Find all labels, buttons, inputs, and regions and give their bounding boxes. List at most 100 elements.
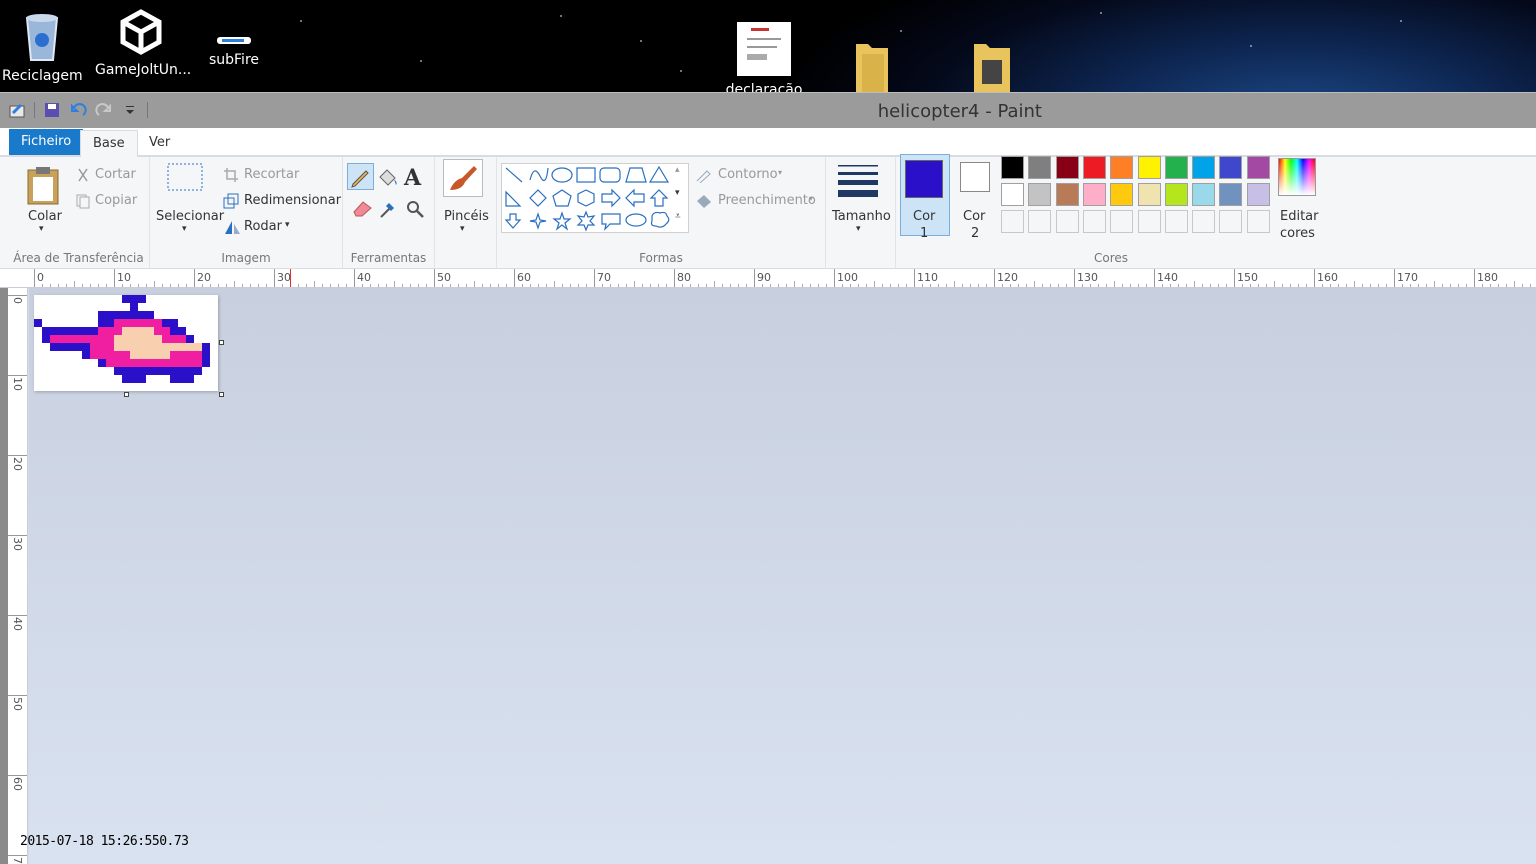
shapes-group: ▴ ▾ ⩡ Contorno ▾ Preenchimento ▾ Formas xyxy=(497,157,826,269)
outline-icon[interactable] xyxy=(695,167,713,186)
palette-color-swatch[interactable] xyxy=(1055,183,1079,206)
outline-dropdown-icon[interactable]: ▾ xyxy=(778,168,782,177)
fill-bucket-icon[interactable] xyxy=(377,167,399,190)
palette-color-swatch[interactable] xyxy=(1246,210,1270,233)
palette-color-swatch[interactable] xyxy=(1001,210,1024,233)
paste-dropdown-icon[interactable]: ▾ xyxy=(39,224,44,234)
rotate-dropdown-icon[interactable]: ▾ xyxy=(285,220,290,230)
line-size-icon[interactable] xyxy=(838,163,880,200)
ruler-label: 150 xyxy=(1237,271,1258,284)
palette-color-swatch[interactable] xyxy=(1001,183,1024,206)
palette-color-swatch[interactable] xyxy=(1246,156,1270,179)
edit-colors-button[interactable]: Editar xyxy=(1280,209,1319,224)
drawing-canvas[interactable] xyxy=(34,295,218,391)
color2-label: Cor xyxy=(963,209,986,224)
palette-color-swatch[interactable] xyxy=(1192,156,1216,179)
brushes-dropdown-icon[interactable]: ▾ xyxy=(460,224,465,234)
resize-handle-bottom[interactable] xyxy=(124,392,129,397)
palette-color-swatch[interactable] xyxy=(1164,156,1188,179)
paste-icon[interactable] xyxy=(26,165,62,208)
palette-color-swatch[interactable] xyxy=(1219,210,1243,233)
select-icon[interactable] xyxy=(167,163,203,196)
ruler-tick xyxy=(8,535,27,536)
crop-button[interactable]: Recortar xyxy=(244,167,299,182)
palette-color-swatch[interactable] xyxy=(1192,183,1216,206)
palette-color-swatch[interactable] xyxy=(1082,183,1106,206)
cut-button[interactable]: Cortar xyxy=(95,167,136,182)
subfire-app-icon[interactable]: subFire xyxy=(205,34,263,68)
rotate-icon[interactable] xyxy=(223,219,241,238)
size-button[interactable]: Tamanho xyxy=(832,209,891,224)
ruler-tick xyxy=(1234,269,1235,287)
palette-color-swatch[interactable] xyxy=(1028,156,1052,179)
palette-color-swatch[interactable] xyxy=(1055,156,1079,179)
brushes-button[interactable]: Pincéis xyxy=(444,209,489,224)
ruler-label: 160 xyxy=(1317,271,1338,284)
cut-icon[interactable] xyxy=(75,167,91,186)
palette-color-swatch[interactable] xyxy=(1192,210,1216,233)
magnifier-icon[interactable] xyxy=(405,199,425,222)
shapes-scroll-down-icon[interactable]: ▾ xyxy=(675,188,680,198)
rotate-button[interactable]: Rodar xyxy=(244,219,282,234)
palette-color-swatch[interactable] xyxy=(1137,156,1161,179)
palette-color-swatch[interactable] xyxy=(1164,210,1188,233)
select-button[interactable]: Selecionar xyxy=(156,209,224,224)
palette-color-swatch[interactable] xyxy=(1082,156,1106,179)
crop-icon[interactable] xyxy=(223,167,239,186)
palette-color-swatch[interactable] xyxy=(1219,183,1243,206)
outline-button[interactable]: Contorno xyxy=(718,167,778,182)
resize-handle-right[interactable] xyxy=(219,340,224,345)
ruler-minor-tick xyxy=(1434,281,1435,287)
folder-icon[interactable] xyxy=(972,40,1012,92)
unity-app-icon[interactable]: GameJoltUn... xyxy=(95,8,191,78)
canvas-area[interactable] xyxy=(29,288,1536,864)
text-tool-icon[interactable]: A xyxy=(404,165,421,191)
copy-icon[interactable] xyxy=(75,193,91,212)
palette-color-swatch[interactable] xyxy=(1219,156,1243,179)
shapes-expand-icon[interactable]: ⩡ xyxy=(675,211,681,222)
palette-color-swatch[interactable] xyxy=(1028,183,1052,206)
ruler-label: 140 xyxy=(1157,271,1178,284)
palette-color-swatch[interactable] xyxy=(1246,183,1270,206)
eraser-icon[interactable] xyxy=(351,199,373,220)
palette-color-swatch[interactable] xyxy=(1028,210,1052,233)
ruler-tick xyxy=(994,269,995,287)
tab-view[interactable]: Ver xyxy=(137,130,182,156)
palette-color-swatch[interactable] xyxy=(1110,183,1134,206)
image-group-label: Imagem xyxy=(221,251,271,265)
edit-colors-icon[interactable] xyxy=(1278,158,1316,196)
palette-color-swatch[interactable] xyxy=(1137,210,1161,233)
pencil-icon[interactable] xyxy=(347,163,374,190)
resize-button[interactable]: Redimensionar xyxy=(244,193,341,208)
resize-icon[interactable] xyxy=(223,193,239,212)
palette-color-swatch[interactable] xyxy=(1001,156,1024,179)
fill-dropdown-icon[interactable]: ▾ xyxy=(809,194,813,203)
copy-button[interactable]: Copiar xyxy=(95,193,137,208)
color-picker-icon[interactable] xyxy=(378,199,398,222)
ruler-minor-tick xyxy=(1114,281,1115,287)
palette-color-swatch[interactable] xyxy=(1055,210,1079,233)
document-file-icon[interactable]: declaração xyxy=(724,22,804,92)
size-dropdown-icon[interactable]: ▾ xyxy=(856,224,861,234)
ruler-label: 20 xyxy=(197,271,211,284)
tab-file[interactable]: Ficheiro xyxy=(9,129,84,155)
resize-handle-corner[interactable] xyxy=(219,392,224,397)
palette-color-swatch[interactable] xyxy=(1110,210,1134,233)
tab-home[interactable]: Base xyxy=(80,130,138,158)
subfire-app-label: subFire xyxy=(208,52,260,68)
palette-color-swatch[interactable] xyxy=(1164,183,1188,206)
shapes-scroll-up-icon[interactable]: ▴ xyxy=(675,165,680,175)
select-dropdown-icon[interactable]: ▾ xyxy=(182,224,187,234)
color1-label: Cor xyxy=(913,209,936,224)
fill-button[interactable]: Preenchimento xyxy=(718,193,816,208)
recycle-bin-icon[interactable]: Reciclagem xyxy=(2,8,83,84)
shapes-gallery[interactable] xyxy=(501,163,689,233)
paste-button[interactable]: Colar xyxy=(28,209,62,224)
palette-color-swatch[interactable] xyxy=(1082,210,1106,233)
fill-icon[interactable] xyxy=(695,193,713,212)
brush-icon[interactable] xyxy=(443,159,483,197)
palette-color-swatch[interactable] xyxy=(1137,183,1161,206)
palette-color-swatch[interactable] xyxy=(1110,156,1134,179)
color2-swatch[interactable] xyxy=(960,162,990,192)
folder-icon[interactable] xyxy=(852,40,892,92)
